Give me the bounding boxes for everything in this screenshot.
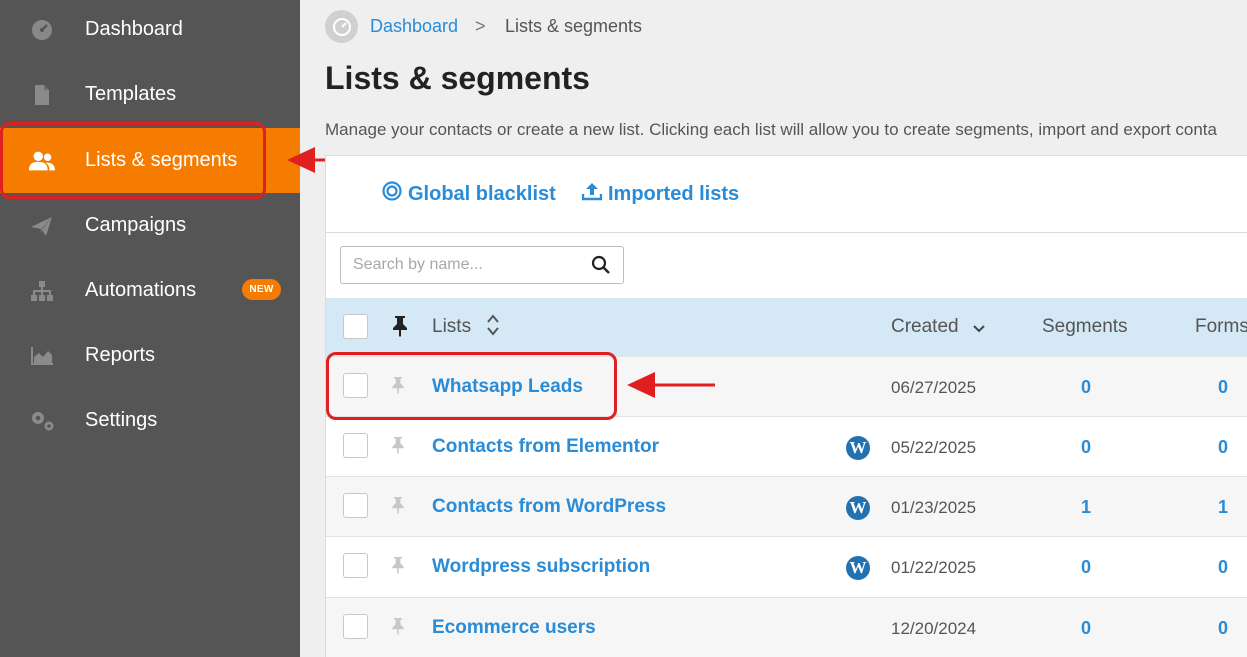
segments-count[interactable]: 0 xyxy=(1076,437,1096,458)
sidebar-item-label: Templates xyxy=(85,83,177,105)
chart-icon xyxy=(28,342,56,370)
pin-icon[interactable] xyxy=(390,495,406,520)
table-row[interactable]: Contacts from Elementor W 05/22/2025 0 0 xyxy=(326,416,1247,476)
list-name-link[interactable]: Ecommerce users xyxy=(432,617,596,639)
segments-count[interactable]: 0 xyxy=(1076,377,1096,398)
sidebar-item-label: Campaigns xyxy=(85,214,187,236)
sidebar-item-settings[interactable]: Settings xyxy=(0,388,300,453)
forms-count[interactable]: 0 xyxy=(1213,618,1233,639)
sidebar-item-label: Dashboard xyxy=(85,18,183,40)
forms-count[interactable]: 0 xyxy=(1213,377,1233,398)
sidebar-item-campaigns[interactable]: Campaigns xyxy=(0,193,300,258)
sidebar-item-templates[interactable]: Templates xyxy=(0,62,300,127)
row-checkbox[interactable] xyxy=(343,373,368,398)
segments-count[interactable]: 0 xyxy=(1076,557,1096,578)
select-all-checkbox[interactable] xyxy=(343,314,368,339)
list-name-link[interactable]: Whatsapp Leads xyxy=(432,376,583,398)
global-blacklist-link[interactable]: Global blacklist xyxy=(382,181,556,207)
column-header-created[interactable]: Created xyxy=(891,316,959,338)
chevron-down-icon[interactable] xyxy=(972,321,986,339)
sort-icon[interactable] xyxy=(486,312,500,343)
table-row[interactable]: Contacts from WordPress W 01/23/2025 1 1 xyxy=(326,476,1247,536)
page-description: Manage your contacts or create a new lis… xyxy=(325,120,1217,139)
target-icon xyxy=(382,181,402,207)
main-content: Dashboard > Lists & segments Lists & seg… xyxy=(300,0,1247,657)
search-icon[interactable] xyxy=(591,255,611,280)
imported-lists-label: Imported lists xyxy=(608,182,740,205)
row-checkbox[interactable] xyxy=(343,433,368,458)
dashboard-icon xyxy=(28,16,56,44)
row-checkbox[interactable] xyxy=(343,493,368,518)
table-row[interactable]: Wordpress subscription W 01/22/2025 0 0 xyxy=(326,536,1247,596)
segments-count[interactable]: 1 xyxy=(1076,497,1096,518)
row-checkbox[interactable] xyxy=(343,614,368,639)
sidebar-item-label: Automations xyxy=(85,279,197,301)
forms-count[interactable]: 1 xyxy=(1213,497,1233,518)
created-date: 06/27/2025 xyxy=(891,378,977,397)
created-date: 01/22/2025 xyxy=(891,558,977,577)
sidebar-item-dashboard[interactable]: Dashboard xyxy=(0,0,300,62)
pin-header-icon xyxy=(390,315,410,342)
breadcrumb-home-icon[interactable] xyxy=(325,10,358,43)
lists-card: Global blacklist Imported lists Lists C xyxy=(325,155,1247,657)
search-input[interactable] xyxy=(341,247,581,283)
wordpress-icon: W xyxy=(846,436,870,460)
segments-count[interactable]: 0 xyxy=(1076,618,1096,639)
breadcrumb-dashboard-link[interactable]: Dashboard xyxy=(370,16,458,37)
global-blacklist-label: Global blacklist xyxy=(408,182,556,205)
sidebar-item-label: Settings xyxy=(85,409,158,431)
upload-icon xyxy=(581,181,603,207)
breadcrumb-separator: > xyxy=(475,16,486,36)
search-box xyxy=(340,246,624,284)
created-date: 05/22/2025 xyxy=(891,438,977,457)
page-title: Lists & segments xyxy=(325,60,590,96)
breadcrumb-current: Lists & segments xyxy=(505,16,643,36)
forms-count[interactable]: 0 xyxy=(1213,437,1233,458)
row-checkbox[interactable] xyxy=(343,553,368,578)
list-name-link[interactable]: Contacts from Elementor xyxy=(432,436,659,458)
wordpress-icon: W xyxy=(846,556,870,580)
list-name-link[interactable]: Wordpress subscription xyxy=(432,556,650,578)
sidebar-item-reports[interactable]: Reports xyxy=(0,323,300,388)
table-header: Lists Created Segments Forms xyxy=(326,298,1247,356)
list-name-link[interactable]: Contacts from WordPress xyxy=(432,496,666,518)
sidebar-item-label: Reports xyxy=(85,344,156,366)
sidebar-item-lists-segments[interactable]: Lists & segments xyxy=(0,128,300,193)
pin-icon[interactable] xyxy=(390,375,406,400)
created-date: 12/20/2024 xyxy=(891,619,977,638)
created-date: 01/23/2025 xyxy=(891,498,977,517)
paper-plane-icon xyxy=(28,212,56,240)
gears-icon xyxy=(28,407,56,435)
imported-lists-link[interactable]: Imported lists xyxy=(581,181,740,207)
pin-icon[interactable] xyxy=(390,616,406,641)
column-header-lists[interactable]: Lists xyxy=(432,316,471,338)
divider xyxy=(326,232,1247,233)
document-icon xyxy=(28,81,56,109)
pin-icon[interactable] xyxy=(390,435,406,460)
column-header-forms: Forms xyxy=(1195,316,1247,337)
table-row[interactable]: Whatsapp Leads 06/27/2025 0 0 xyxy=(326,356,1247,416)
hierarchy-icon xyxy=(28,277,56,305)
sidebar: Dashboard Templates Lists & segments Cam… xyxy=(0,0,300,657)
table-row[interactable]: Ecommerce users 12/20/2024 0 0 xyxy=(326,597,1247,657)
wordpress-icon: W xyxy=(846,496,870,520)
sidebar-item-label: Lists & segments xyxy=(85,149,238,171)
new-badge: NEW xyxy=(242,279,281,300)
column-header-segments: Segments xyxy=(1042,316,1128,337)
sidebar-item-automations[interactable]: Automations NEW xyxy=(0,258,300,323)
users-icon xyxy=(28,147,56,175)
pin-icon[interactable] xyxy=(390,555,406,580)
forms-count[interactable]: 0 xyxy=(1213,557,1233,578)
